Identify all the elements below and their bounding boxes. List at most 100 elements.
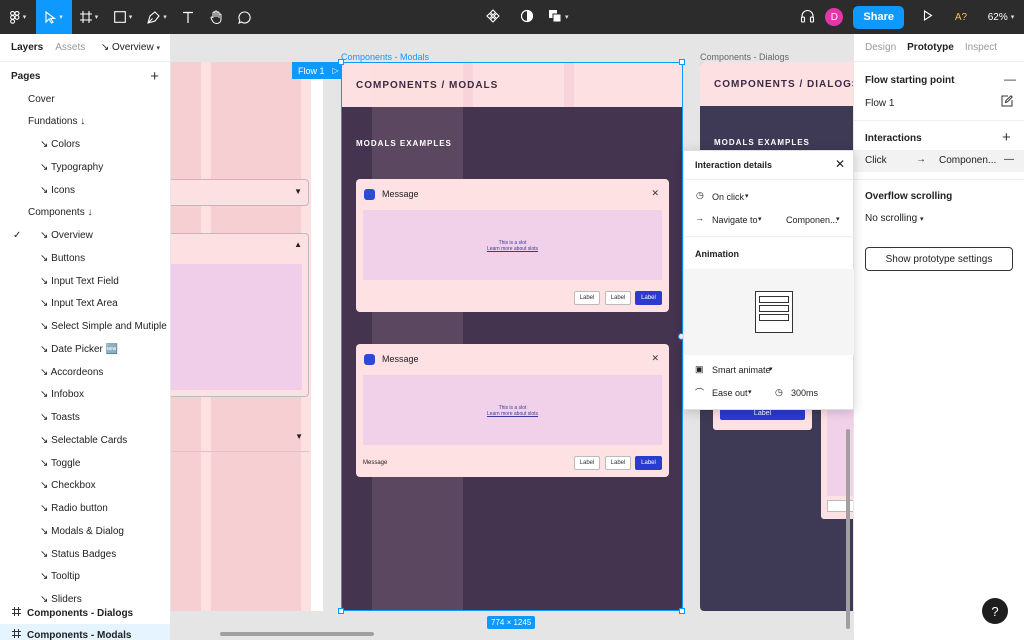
frame-label-dialogs[interactable]: Components - Dialogs — [700, 52, 789, 62]
add-interaction-icon[interactable]: + — [1002, 129, 1011, 146]
help-button[interactable]: ? — [982, 598, 1008, 624]
resize-handle[interactable] — [338, 59, 344, 65]
page-item[interactable]: ↘ Selectable Cards — [0, 429, 170, 451]
accessibility-check-button[interactable]: A? — [944, 12, 978, 23]
page-item[interactable]: ↘ Input Text Field — [0, 270, 170, 292]
modal-card[interactable]: Message ✕ This is a slot Learn more abou… — [356, 179, 669, 312]
layer-frame-modals[interactable]: Components - Modals — [0, 624, 170, 640]
action-select[interactable]: → Navigate to ▾ Componen... ▾ — [684, 210, 854, 230]
page-item[interactable]: ↘ Accordeons — [0, 361, 170, 383]
close-icon[interactable]: ✕ — [835, 157, 845, 171]
modal-card[interactable]: Message ✕ This is a slot Learn more abou… — [356, 344, 669, 477]
page-item-label: ↘ Select Simple and Mutiple — [40, 321, 167, 332]
hand-tool-button[interactable] — [202, 0, 230, 34]
boolean-ops-button[interactable]: ▾ — [548, 9, 569, 26]
close-icon[interactable]: ✕ — [651, 188, 659, 199]
modal-header: Message — [356, 344, 669, 374]
tab-prototype[interactable]: Prototype — [907, 42, 954, 53]
page-item-label: ↘ Radio button — [40, 503, 108, 514]
resize-handle[interactable] — [338, 608, 344, 614]
page-item[interactable]: Cover — [0, 88, 170, 110]
minus-icon[interactable]: — — [1004, 72, 1016, 86]
pen-icon — [147, 10, 160, 24]
add-page-icon[interactable]: + — [150, 68, 159, 85]
trigger-select[interactable]: ◷ On click ▾ — [684, 187, 854, 207]
page-item[interactable]: ↘ Tooltip — [0, 566, 170, 588]
tab-inspect[interactable]: Inspect — [965, 42, 997, 53]
page-item[interactable]: ↘ Icons — [0, 179, 170, 201]
slot-link[interactable]: Learn more about slots — [363, 246, 662, 252]
main-menu-button[interactable]: ▾ — [0, 0, 36, 34]
page-item[interactable]: ↘ Input Text Area — [0, 293, 170, 315]
page-item[interactable]: ↘ Toggle — [0, 452, 170, 474]
duration-value[interactable]: 300ms — [791, 388, 818, 398]
frame-components-modals[interactable]: COMPONENTS / MODALS MODALS EXAMPLES Mess… — [341, 62, 683, 611]
headphones-icon[interactable] — [800, 9, 815, 26]
page-item[interactable]: ↘ Modals & Dialog — [0, 520, 170, 542]
interaction-details-popover: Interaction details ✕ ◷ On click ▾ → Nav… — [683, 150, 854, 410]
label-button[interactable]: Label — [574, 291, 600, 305]
page-item[interactable]: ↘ Infobox — [0, 384, 170, 406]
destination-value[interactable]: Componen... — [786, 215, 838, 225]
frame-tool-button[interactable]: ▾ — [72, 0, 106, 34]
zoom-select[interactable]: 62% ▾ — [978, 12, 1024, 23]
avatar[interactable]: D — [825, 8, 844, 26]
page-item[interactable]: ↘ Buttons — [0, 247, 170, 269]
page-item[interactable]: ✓ ↘ Overview — [0, 225, 170, 247]
page-item[interactable]: ↘ Checkbox — [0, 475, 170, 497]
select-component[interactable]: ▼ — [171, 179, 309, 206]
contrast-icon[interactable] — [520, 9, 534, 26]
move-tool-button[interactable]: ▾ — [36, 0, 72, 34]
frame-previous[interactable]: ▼ ▲ ▼ — [171, 62, 323, 611]
frame-label-modals[interactable]: Components - Modals — [341, 52, 429, 62]
footer-message: Message — [363, 460, 388, 466]
animation-type-select[interactable]: ▣ Smart animate ▾ — [684, 360, 854, 380]
page-item[interactable]: ↘ Colors — [0, 134, 170, 156]
horizontal-scrollbar[interactable] — [220, 632, 374, 636]
pen-tool-button[interactable]: ▾ — [140, 0, 174, 34]
interaction-row[interactable]: Click → Componen... — — [854, 150, 1024, 172]
shape-tool-button[interactable]: ▾ — [106, 0, 140, 34]
label-button[interactable]: Label — [605, 291, 631, 305]
chevron-down-icon: ▾ — [920, 216, 924, 223]
resize-handle[interactable] — [679, 59, 685, 65]
select-open-component[interactable]: ▲ — [171, 233, 309, 397]
page-item[interactable]: ↘ Select Simple and Mutiple — [0, 316, 170, 338]
animation-title: Animation — [695, 249, 739, 259]
vertical-scrollbar[interactable] — [846, 429, 850, 629]
page-item[interactable]: ↘ Toasts — [0, 407, 170, 429]
layer-frame-dialogs[interactable]: Components - Dialogs — [0, 602, 170, 624]
tab-design[interactable]: Design — [865, 42, 896, 53]
page-item[interactable]: ↘ Typography — [0, 156, 170, 178]
minus-icon[interactable]: — — [1004, 154, 1014, 165]
primary-label-button[interactable]: Label — [635, 291, 662, 305]
share-button[interactable]: Share — [853, 5, 904, 29]
select-component[interactable]: ▼ — [171, 420, 309, 452]
tab-assets[interactable]: Assets — [55, 42, 85, 53]
page-item[interactable]: Fundations ↓ — [0, 111, 170, 133]
components-icon[interactable] — [486, 8, 500, 26]
text-tool-button[interactable] — [174, 0, 202, 34]
overflow-select[interactable]: No scrolling ▾ — [865, 213, 924, 224]
resize-handle[interactable] — [679, 608, 685, 614]
page-item[interactable]: Components ↓ — [0, 202, 170, 224]
slot-link[interactable]: Learn more about slots — [363, 411, 662, 417]
easing-value[interactable]: Ease out — [712, 388, 748, 398]
tab-layers[interactable]: Layers — [11, 42, 43, 53]
present-button[interactable] — [912, 9, 944, 24]
label-button[interactable]: Label — [574, 456, 600, 470]
edit-icon[interactable] — [1001, 95, 1013, 110]
comment-tool-button[interactable] — [230, 0, 258, 34]
page-item[interactable]: ↘ Status Badges — [0, 543, 170, 565]
page-item[interactable]: ↘ Date Picker 🆕 — [0, 338, 170, 360]
flow-badge[interactable]: Flow 1 ▷ — [292, 62, 341, 79]
close-icon[interactable]: ✕ — [651, 353, 659, 364]
flow-name[interactable]: Flow 1 — [865, 98, 894, 109]
page-select[interactable]: ↘ Overview ▾ — [101, 42, 160, 53]
popover-title: Interaction details — [695, 160, 773, 170]
primary-label-button[interactable]: Label — [635, 456, 662, 470]
show-prototype-settings-button[interactable]: Show prototype settings — [865, 247, 1013, 271]
interaction-trigger: Click — [865, 155, 887, 166]
page-item[interactable]: ↘ Radio button — [0, 498, 170, 520]
label-button[interactable]: Label — [605, 456, 631, 470]
